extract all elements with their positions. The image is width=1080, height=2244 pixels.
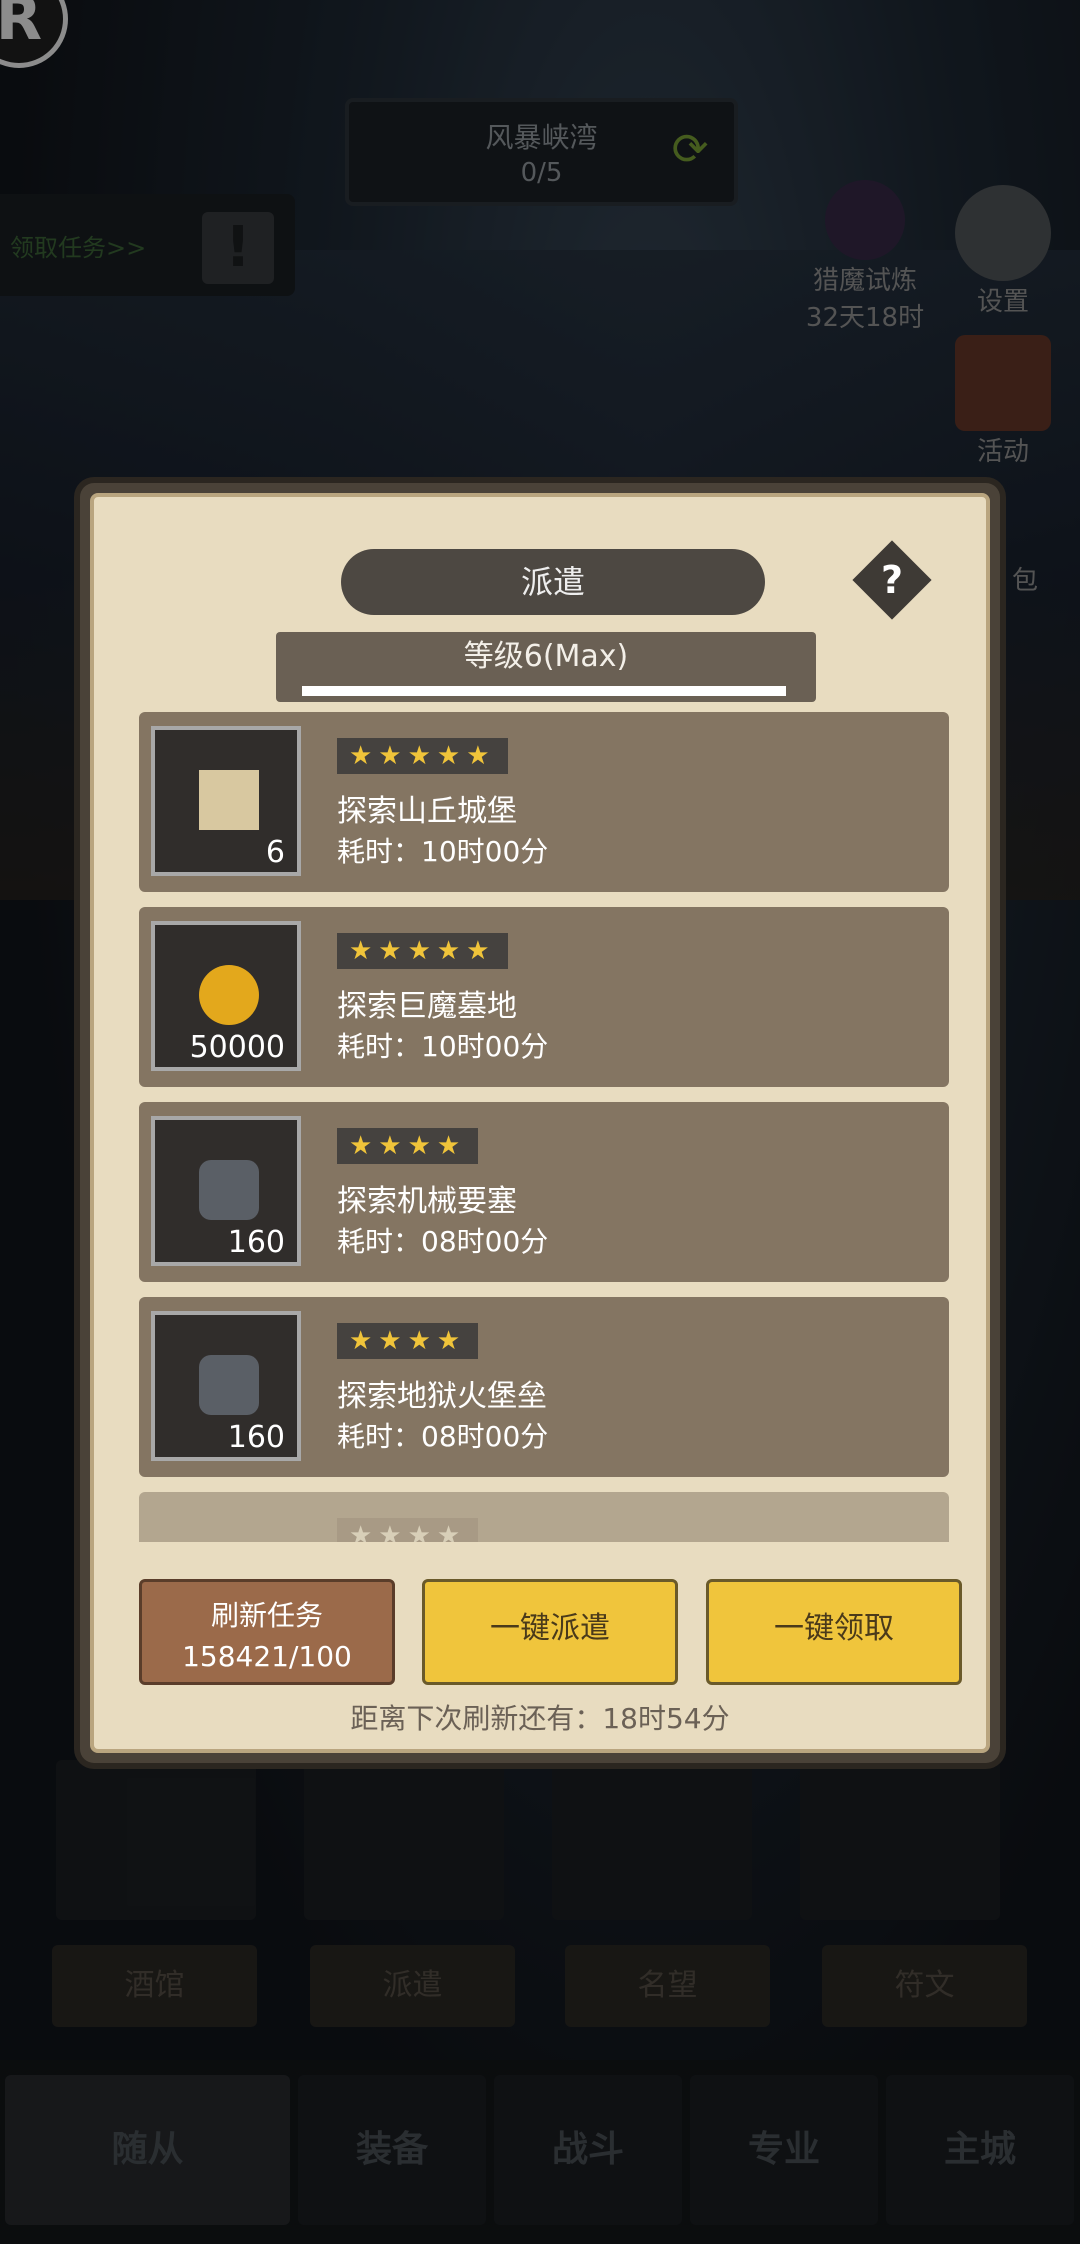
reward-slot: 160	[151, 1311, 301, 1461]
dialog-title: 派遣	[341, 549, 765, 615]
level-bar: 等级6(Max)	[276, 632, 816, 702]
mission-row[interactable]: 6 ★★★★★ 探索山丘城堡 耗时：10时00分	[139, 712, 949, 892]
mission-row[interactable]: 160 ★★★★ 探索地狱火堡垒 耗时：08时00分	[139, 1297, 949, 1477]
refresh-missions-button[interactable]: 刷新任务 158421/100	[139, 1579, 395, 1685]
mission-name: 探索机械要塞	[337, 1184, 517, 1219]
mission-name: 探索地狱火堡垒	[337, 1379, 547, 1414]
refresh-countdown: 距离下次刷新还有：18时54分	[350, 1702, 730, 1735]
mission-time: 耗时：08时00分	[337, 1420, 549, 1453]
star-rating: ★★★★	[337, 1323, 479, 1359]
dispatch-dialog: 派遣 ? 等级6(Max) 6 ★★★★★ 探索山丘城堡 耗时：10时00分 5…	[80, 483, 1000, 1763]
reward-slot: 50000	[151, 921, 301, 1071]
reward-count: 50000	[189, 1030, 285, 1065]
level-progress-fill	[302, 686, 786, 696]
help-button[interactable]: ?	[852, 540, 932, 620]
mission-list[interactable]: 6 ★★★★★ 探索山丘城堡 耗时：10时00分 50000 ★★★★★ 探索巨…	[139, 712, 949, 1542]
rune-stone-icon	[199, 1355, 259, 1415]
star-rating: ★★★★	[337, 1518, 479, 1542]
mission-time: 耗时：10时00分	[337, 1030, 549, 1063]
mission-row[interactable]: 50000 ★★★★★ 探索巨魔墓地 耗时：10时00分	[139, 907, 949, 1087]
reward-count: 160	[227, 1420, 285, 1455]
scroll-icon	[199, 770, 259, 830]
reward-slot: 6	[151, 726, 301, 876]
refresh-cost: 158421/100	[182, 1640, 352, 1673]
reward-count: 6	[265, 835, 285, 870]
refresh-label: 刷新任务	[210, 1599, 323, 1632]
mission-time: 耗时：08时00分	[337, 1225, 549, 1258]
level-label: 等级6(Max)	[463, 639, 629, 674]
star-rating: ★★★★★	[337, 933, 508, 969]
gold-coin-icon	[199, 965, 259, 1025]
mission-name: 探索巨魔墓地	[337, 989, 517, 1024]
star-rating: ★★★★★	[337, 738, 508, 774]
rune-stone-icon	[199, 1160, 259, 1220]
reward-count: 160	[227, 1225, 285, 1260]
mission-row[interactable]: 160 ★★★★ 探索机械要塞 耗时：08时00分	[139, 1102, 949, 1282]
dispatch-all-button[interactable]: 一键派遣	[422, 1579, 678, 1685]
question-icon: ?	[880, 558, 904, 602]
claim-all-button[interactable]: 一键领取	[706, 1579, 962, 1685]
mission-time: 耗时：10时00分	[337, 835, 549, 868]
reward-slot: 160	[151, 1116, 301, 1266]
dialog-body: 派遣 ? 等级6(Max) 6 ★★★★★ 探索山丘城堡 耗时：10时00分 5…	[90, 493, 990, 1753]
star-rating: ★★★★	[337, 1128, 479, 1164]
mission-row-partial[interactable]: ★★★★	[139, 1492, 949, 1542]
mission-name: 探索山丘城堡	[337, 794, 517, 829]
